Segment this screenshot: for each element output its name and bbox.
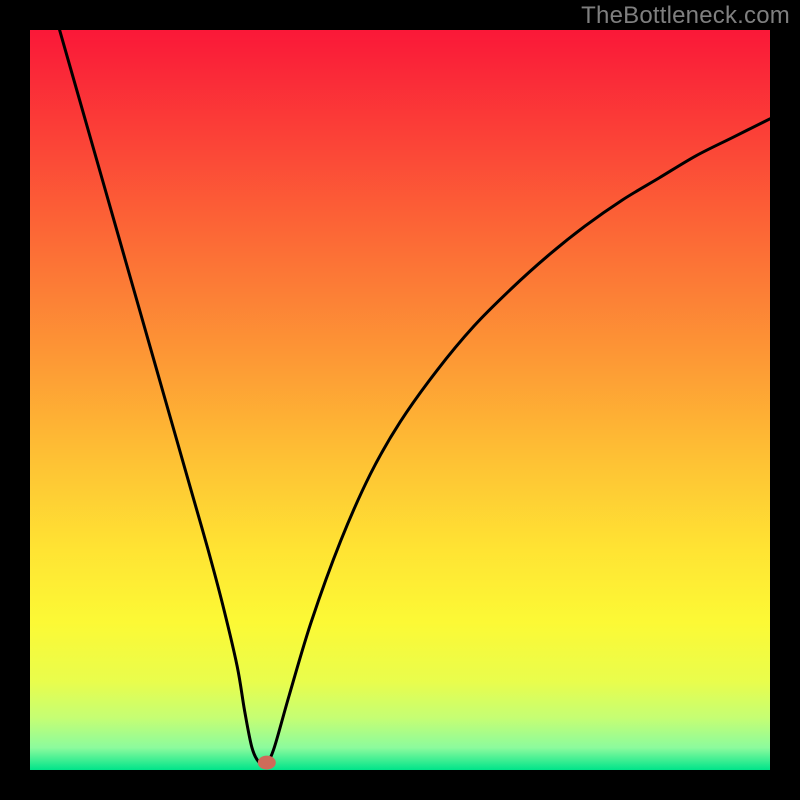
plot-area bbox=[30, 30, 770, 770]
chart-container: { "watermark": "TheBottleneck.com", "cha… bbox=[0, 0, 800, 800]
watermark-text: TheBottleneck.com bbox=[581, 2, 790, 30]
gradient-background bbox=[30, 30, 770, 770]
